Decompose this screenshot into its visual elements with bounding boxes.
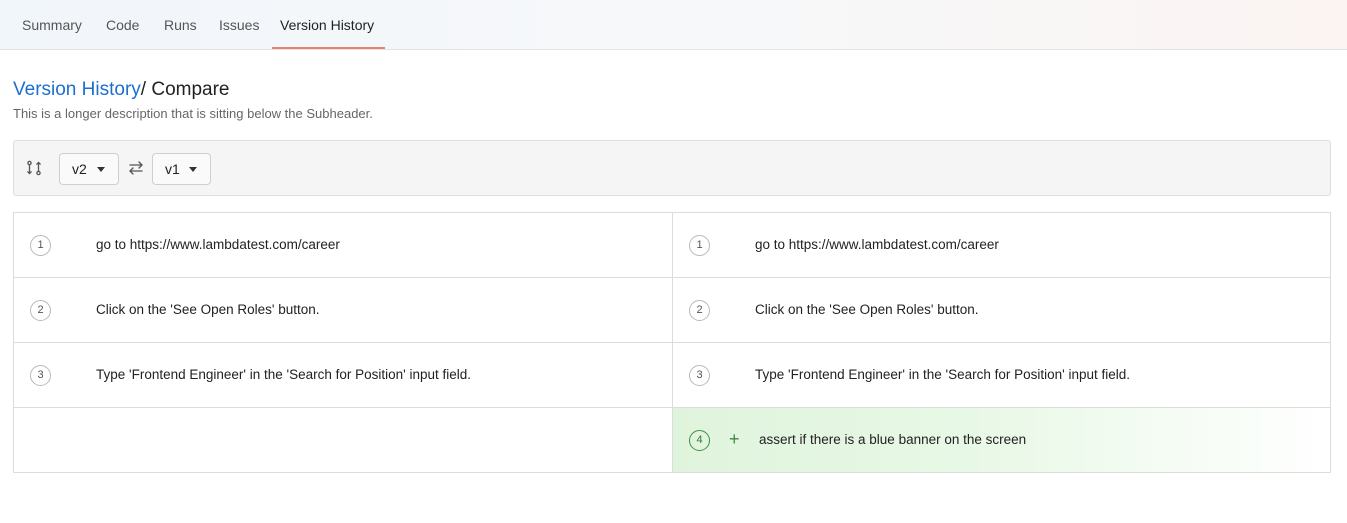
compare-branches-icon: [26, 160, 42, 181]
left-step-row: 2 Click on the 'See Open Roles' button.: [14, 278, 672, 342]
step-text: Type 'Frontend Engineer' in the 'Search …: [96, 367, 472, 382]
step-text: Click on the 'See Open Roles' button.: [96, 302, 320, 317]
right-version-select[interactable]: v1: [152, 153, 211, 185]
step-number-badge: 2: [689, 300, 710, 321]
step-number-badge: 3: [689, 365, 710, 386]
step-number-badge: 1: [689, 235, 710, 256]
breadcrumb-version-history-link[interactable]: Version History: [13, 79, 141, 100]
page-title: Version History/ Compare: [13, 78, 230, 102]
step-text: go to https://www.lambdatest.com/career: [755, 237, 999, 252]
tab-summary[interactable]: Summary: [22, 0, 82, 50]
tab-issues[interactable]: Issues: [219, 0, 259, 50]
right-added-step-row: 4 + assert if there is a blue banner on …: [673, 408, 1330, 472]
plus-icon: +: [729, 429, 740, 449]
compare-toolbar: v2 v1: [13, 140, 1331, 196]
compare-table: 1 go to https://www.lambdatest.com/caree…: [13, 212, 1331, 473]
tab-runs[interactable]: Runs: [164, 0, 197, 50]
left-step-row: 1 go to https://www.lambdatest.com/caree…: [14, 213, 672, 277]
breadcrumb-separator: /: [140, 79, 152, 100]
step-number-badge: 4: [689, 430, 710, 451]
left-version-select[interactable]: v2: [59, 153, 119, 185]
step-number-badge: 2: [30, 300, 51, 321]
right-version-value: v1: [165, 161, 180, 177]
right-step-row: 3 Type 'Frontend Engineer' in the 'Searc…: [673, 343, 1330, 407]
active-tab-indicator: [272, 47, 385, 49]
caret-down-icon: [97, 167, 105, 172]
tab-code[interactable]: Code: [106, 0, 139, 50]
step-text: assert if there is a blue banner on the …: [759, 432, 1027, 447]
tab-bar: Summary Code Runs Issues Version History: [0, 0, 1347, 50]
left-step-row: 3 Type 'Frontend Engineer' in the 'Searc…: [14, 343, 672, 407]
step-text: go to https://www.lambdatest.com/career: [96, 237, 340, 252]
page-description: This is a longer description that is sit…: [13, 106, 373, 121]
left-version-value: v2: [72, 161, 87, 177]
step-number-badge: 1: [30, 235, 51, 256]
caret-down-icon: [189, 167, 197, 172]
right-step-row: 1 go to https://www.lambdatest.com/caree…: [673, 213, 1330, 277]
step-text: Click on the 'See Open Roles' button.: [755, 302, 979, 317]
breadcrumb-current: Compare: [151, 79, 230, 100]
left-empty-row: [14, 408, 672, 472]
swap-arrows-icon[interactable]: [128, 160, 144, 181]
tab-version-history[interactable]: Version History: [280, 0, 374, 50]
step-number-badge: 3: [30, 365, 51, 386]
right-step-row: 2 Click on the 'See Open Roles' button.: [673, 278, 1330, 342]
step-text: Type 'Frontend Engineer' in the 'Search …: [755, 367, 1131, 382]
